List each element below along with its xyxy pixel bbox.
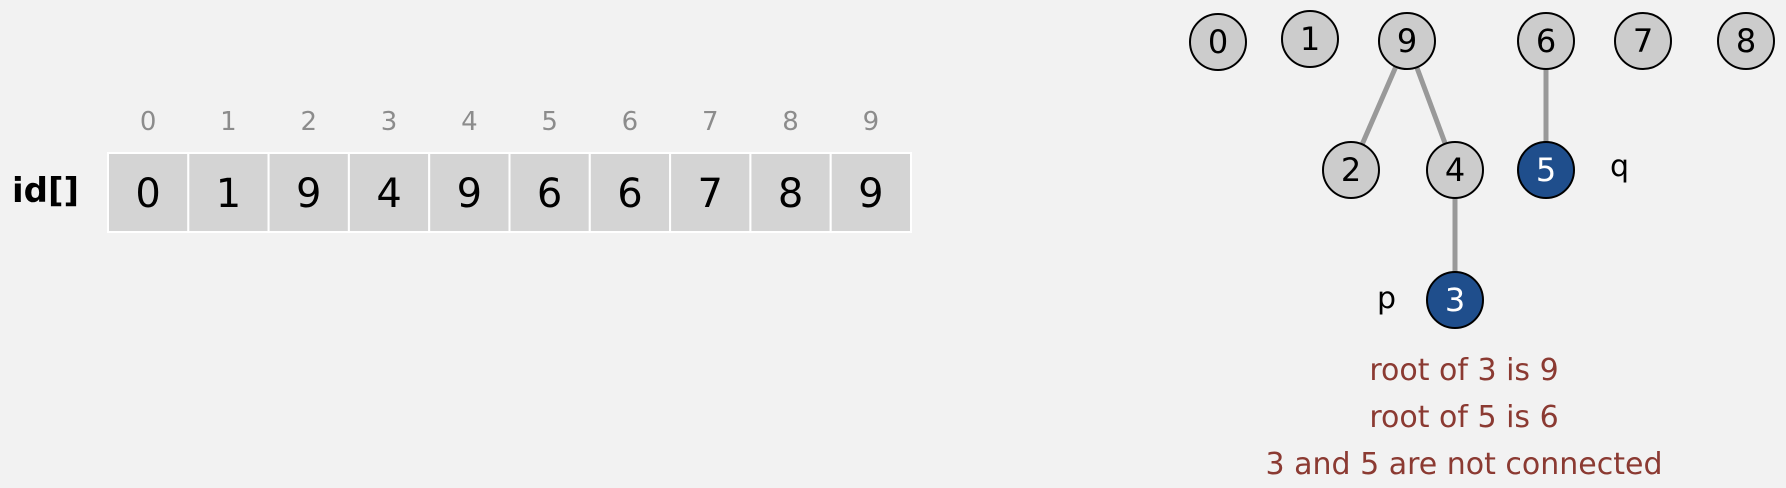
- array-value: 8: [778, 171, 803, 217]
- tree-node: 6: [1517, 12, 1575, 70]
- node-label: 3: [1445, 281, 1465, 319]
- array-value: 9: [457, 171, 482, 217]
- node-label: 2: [1341, 151, 1361, 189]
- tree-node: 0: [1189, 13, 1247, 71]
- tree-node: 1: [1281, 10, 1339, 68]
- node-label: 0: [1208, 23, 1228, 61]
- q-label: q: [1610, 149, 1629, 184]
- p-label: p: [1377, 281, 1396, 316]
- array-value: 6: [617, 171, 642, 217]
- node-label: 7: [1633, 22, 1653, 60]
- node-label: 6: [1536, 22, 1556, 60]
- array-index: 8: [782, 107, 799, 137]
- tree-node: 7: [1614, 12, 1672, 70]
- array-index: 0: [140, 107, 157, 137]
- array-value: 4: [376, 171, 401, 217]
- tree-node: 9: [1378, 12, 1436, 70]
- union-find-diagram: id[] 0 1 2 3 4 5 6 7 8 9 0 1 9 4 9 6 6 7 8 9 0 1 9 6 7 8 2 4 5 3 p q…: [12, 10, 1775, 482]
- array-index: 6: [622, 107, 639, 137]
- node-label: 5: [1536, 151, 1556, 189]
- node-label: 1: [1300, 20, 1320, 58]
- array-value: 7: [698, 171, 723, 217]
- tree-node: 8: [1717, 12, 1775, 70]
- array-index: 4: [461, 107, 478, 137]
- tree-edge: [1359, 64, 1399, 147]
- array-value: 1: [216, 171, 241, 217]
- array-value: 6: [537, 171, 562, 217]
- node-label: 9: [1397, 22, 1417, 60]
- array-index: 2: [300, 107, 317, 137]
- array-value: 9: [858, 171, 883, 217]
- tree-node: 4: [1426, 141, 1484, 199]
- array-label: id[]: [12, 171, 79, 211]
- node-label: 4: [1445, 151, 1465, 189]
- tree-node: 5: [1517, 141, 1575, 199]
- tree-node: 2: [1322, 141, 1380, 199]
- node-label: 8: [1736, 22, 1756, 60]
- tree-edge: [1414, 64, 1448, 147]
- array-index: 5: [541, 107, 558, 137]
- message-line: root of 5 is 6: [1369, 400, 1558, 435]
- array-value: 9: [296, 171, 321, 217]
- array-index: 9: [863, 107, 880, 137]
- array-value: 0: [135, 171, 160, 217]
- messages: root of 3 is 9 root of 5 is 6 3 and 5 are …: [1265, 353, 1662, 482]
- message-line: 3 and 5 are not connected: [1265, 447, 1662, 482]
- id-array: 0 1 2 3 4 5 6 7 8 9 0 1 9 4 9 6 6 7 8 9: [107, 107, 913, 233]
- array-index: 7: [702, 107, 719, 137]
- array-index: 3: [381, 107, 398, 137]
- tree-nodes: 0 1 9 6 7 8 2 4 5 3: [1189, 10, 1775, 329]
- message-line: root of 3 is 9: [1369, 353, 1558, 388]
- array-index: 1: [220, 107, 237, 137]
- tree-node: 3: [1426, 271, 1484, 329]
